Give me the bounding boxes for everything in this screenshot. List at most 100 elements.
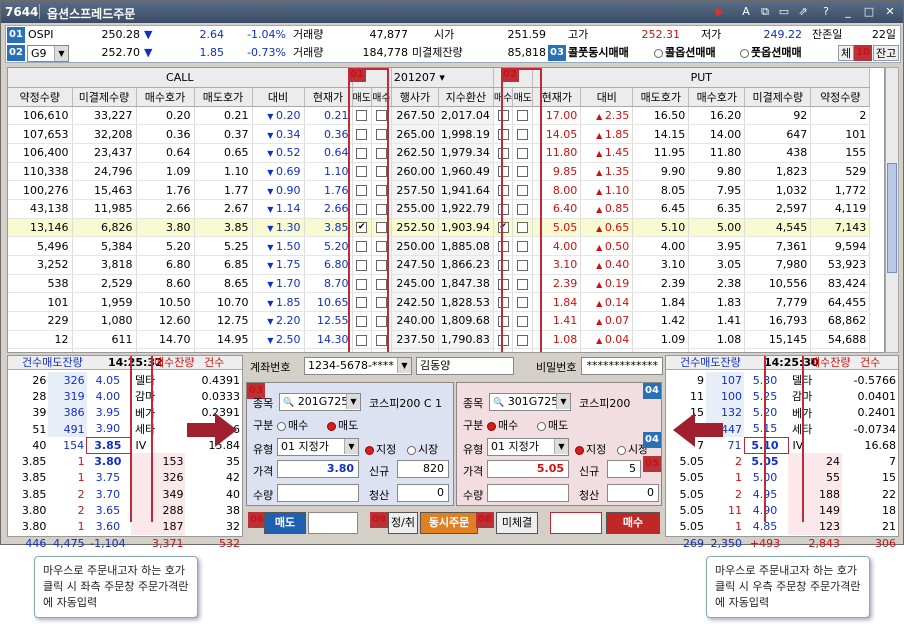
cell[interactable]: 0.20 [136,106,195,126]
cell[interactable]: 6.35 [688,199,746,219]
order-checkbox[interactable] [512,199,534,219]
price-input[interactable]: 3.80 [277,460,359,478]
cell[interactable]: ▼ 0.34 [252,124,305,144]
cell[interactable]: ▼ 1.85 [252,292,305,313]
cell[interactable]: ▲ 0.19 [580,274,634,294]
cell[interactable]: ▼ 0.20 [252,106,305,126]
bid-row[interactable]: 5.05 1 4.85 123 21 [666,518,898,535]
cell[interactable]: 14.05 [532,124,582,144]
order-checkbox[interactable] [352,106,372,126]
order-checkbox[interactable] [512,255,534,275]
order-checkbox[interactable] [352,124,372,144]
order-checkbox[interactable] [512,274,534,294]
ask-row[interactable]: 28 319 4.00 감마 0.0333 [8,388,242,405]
cell[interactable]: 16.95 [136,348,195,352]
order-checkbox[interactable] [512,143,534,163]
order-checkbox[interactable] [493,311,514,331]
cell[interactable]: 7.95 [688,180,746,200]
order-checkbox[interactable] [371,124,392,144]
cell[interactable]: ▲ 0.40 [580,255,634,275]
buy-extra-field[interactable] [550,512,602,534]
cell[interactable]: 14.95 [194,330,253,350]
cell[interactable]: 1.09 [632,330,690,350]
cell[interactable]: 11.95 [632,143,690,163]
order-checkbox[interactable] [371,292,392,313]
cell[interactable]: 1.41 [532,311,582,331]
order-checkbox[interactable] [352,292,372,313]
order-checkbox[interactable] [371,162,392,182]
order-checkbox[interactable] [512,236,534,256]
qty-input[interactable] [487,484,569,502]
cell[interactable]: 0.36 [304,124,353,144]
cell[interactable]: ▼ 1.14 [252,199,305,219]
cell[interactable]: ▼ 0.69 [252,162,305,182]
cell[interactable]: 2.66 [304,199,353,219]
cell[interactable]: 16.20 [688,106,746,126]
cell[interactable]: 4.00 [532,236,582,256]
copy-icon[interactable]: ⧉ [758,5,772,19]
order-checkbox[interactable] [371,348,392,352]
order-checkbox[interactable] [352,180,372,200]
cell[interactable]: ▲ 0.14 [580,292,634,313]
cell[interactable]: 1.41 [688,311,746,331]
order-checkbox[interactable] [371,330,392,350]
order-checkbox[interactable] [493,330,514,350]
cell[interactable]: ▼ 2.20 [252,311,305,331]
cell[interactable]: 0.21 [304,106,353,126]
order-checkbox[interactable] [371,311,392,331]
cell[interactable]: 3.10 [532,255,582,275]
cell[interactable]: 0.64 [304,143,353,163]
cell[interactable]: 5.10 [632,218,690,238]
table-row[interactable]: 106,610 33,227 0.20 0.21 ▼ 0.20 0.21 267.50 2,0… [8,106,871,126]
table-row[interactable]: 1155416.9517.25▼ 2.4016.60 235.001,771.98… [8,348,871,352]
cell[interactable]: 10.70 [194,292,253,313]
window-icon[interactable]: ▭ [777,5,791,19]
cell[interactable]: 8.05 [632,180,690,200]
grid-scrollbar[interactable] [885,67,899,353]
cell[interactable]: 2.66 [136,199,195,219]
cell[interactable]: 3.10 [632,255,690,275]
simul-trade-toggle[interactable]: 콜풋동시매매 [568,44,629,62]
cell[interactable]: ▲ 0.04 [580,330,634,350]
cell[interactable]: ▼ 1.70 [252,274,305,294]
cell[interactable]: 1.08 [688,330,746,350]
order-checkbox[interactable] [512,106,534,126]
sell-radio[interactable]: 매도 [537,417,568,433]
month-select[interactable]: 201207 ▾ [391,68,494,88]
order-checkbox[interactable] [352,143,372,163]
order-checkbox[interactable] [493,180,514,200]
modify-cancel-button[interactable]: 정/취 [388,512,418,534]
cell[interactable]: 3.85 [304,218,353,238]
cell[interactable]: 14.00 [688,124,746,144]
bid-row[interactable]: 3.85 1 3.80 153 35 [8,453,242,470]
order-checkbox[interactable] [493,236,514,256]
cell[interactable]: 1.10 [304,162,353,182]
cell[interactable]: 5.20 [136,236,195,256]
table-row[interactable]: 110,338 24,796 1.09 1.10 ▼ 0.69 1.10 260.00 1,9… [8,162,871,182]
bid-row[interactable]: 5.05 2 5.05 24 7 [666,453,898,470]
cell[interactable]: 0.65 [194,143,253,163]
cell[interactable]: ▲ 0.85 [580,199,634,219]
order-checkbox[interactable] [512,330,534,350]
cell[interactable]: 5.05 [532,218,582,238]
cell[interactable]: 8.70 [304,274,353,294]
order-checkbox[interactable] [493,348,514,352]
sell-extra-field[interactable] [308,512,358,534]
table-row[interactable]: 43,138 11,985 2.66 2.67 ▼ 1.14 2.66 255.00 1,92… [8,199,871,219]
restore-icon[interactable]: □ [862,5,876,19]
sell-radio[interactable]: 매도 [327,417,358,433]
cell[interactable]: ▼ 2.40 [252,348,305,352]
fill-button[interactable]: 체 [838,45,855,61]
cell[interactable]: 2.67 [194,199,253,219]
bid-row[interactable]: 3.80 1 3.60 187 32 [8,518,242,535]
item-code-select[interactable]: 🔍 301G7252 ▼ [489,393,571,411]
cell[interactable]: 3.95 [688,236,746,256]
unfilled-button[interactable]: 미체결 [496,512,538,534]
cell[interactable]: 1.77 [194,180,253,200]
table-row[interactable]: 229 1,080 12.60 12.75 ▼ 2.20 12.55 240.00 1,809… [8,311,871,331]
order-checkbox[interactable] [371,143,392,163]
cell[interactable]: 5.20 [304,236,353,256]
order-checkbox[interactable] [493,292,514,313]
order-checkbox[interactable] [352,348,372,352]
cell[interactable]: 1.76 [136,180,195,200]
